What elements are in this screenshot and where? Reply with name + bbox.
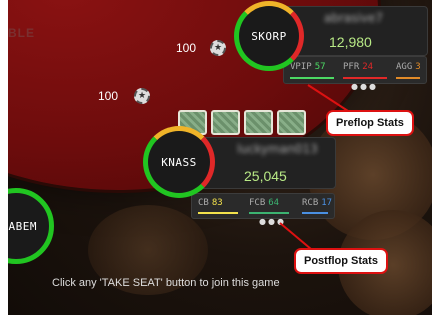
stat-pfr: PFR 24 [343, 62, 374, 72]
stat-cb-bar [198, 212, 238, 214]
player-stack: 12,980 [329, 34, 372, 50]
player-stack: 25,045 [244, 168, 287, 184]
stat-fcb: FCB 64 [249, 198, 280, 208]
stat-rcb-value: 17 [321, 198, 333, 208]
table-logo-text: BLE [8, 26, 35, 40]
player-avatar-sabem[interactable]: SABEM [8, 188, 54, 264]
player-avatar-skorp[interactable]: SKORP [234, 1, 304, 71]
stat-vpip: VPIP 57 [290, 62, 326, 72]
stat-rcb: RCB 17 [302, 198, 333, 208]
player-screen-name: abrasive7 [324, 11, 383, 25]
callout-pointer-line [279, 222, 312, 250]
stat-cb: CB 83 [198, 198, 223, 208]
hole-card [211, 110, 240, 135]
chip-icon: ★ [134, 88, 150, 104]
bet-amount: 100 [98, 89, 119, 103]
stat-fcb-bar [249, 212, 289, 214]
stat-agg-value: 3 [415, 62, 421, 72]
stat-rcb-bar [302, 212, 328, 214]
stat-pfr-value: 24 [362, 62, 374, 72]
stats-page-dots[interactable]: ●●● [351, 82, 378, 91]
stat-vpip-value: 57 [314, 62, 326, 72]
chip-icon: ★ [210, 40, 226, 56]
hole-card [244, 110, 273, 135]
stat-cb-value: 83 [211, 198, 223, 208]
stat-pfr-bar [343, 77, 387, 79]
postflop-stats-callout: Postflop Stats [294, 248, 388, 274]
postflop-stats-box[interactable]: CB 83 FCB 64 RCB 17 [191, 193, 335, 219]
hole-card [277, 110, 306, 135]
player-screen-name: luckyman013 [237, 142, 318, 156]
stat-vpip-bar [290, 77, 334, 79]
preflop-stats-callout: Preflop Stats [326, 110, 414, 136]
stat-agg: AGG 3 [396, 62, 421, 72]
join-game-hint: Click any 'TAKE SEAT' button to join thi… [52, 277, 280, 289]
stat-agg-bar [396, 77, 420, 79]
poker-table-area: BLE 100 ★ 100 ★ abrasive7 12,980 VPIP 57 … [8, 0, 432, 315]
player-avatar-knass[interactable]: KNASS [143, 126, 215, 198]
stat-fcb-value: 64 [268, 198, 280, 208]
preflop-stats-box[interactable]: VPIP 57 PFR 24 AGG 3 [283, 56, 427, 84]
bet-amount: 100 [176, 41, 197, 55]
